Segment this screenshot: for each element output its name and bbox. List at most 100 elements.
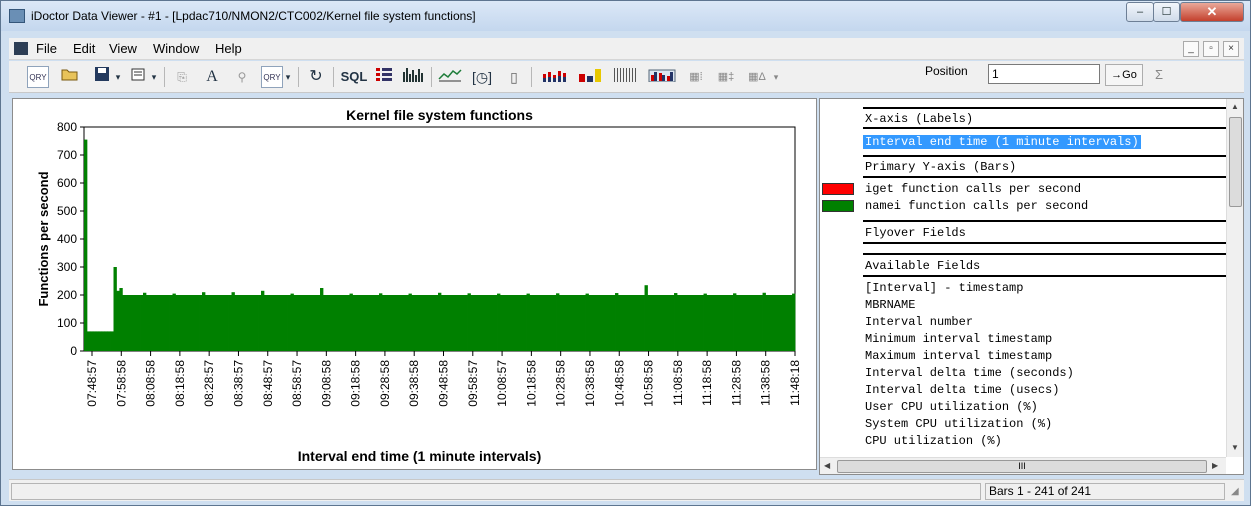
- bar: [358, 295, 362, 351]
- scroll-down-icon[interactable]: ▼: [1231, 443, 1239, 452]
- copy-icon[interactable]: ⎘: [171, 66, 193, 88]
- bar: [411, 295, 415, 351]
- filter-icon[interactable]: ⚲: [231, 66, 253, 88]
- available-field[interactable]: Maximum interval timestamp: [865, 349, 1052, 363]
- y-field-namei[interactable]: namei function calls per second: [865, 199, 1088, 213]
- menu-edit[interactable]: Edit: [73, 41, 95, 56]
- bar: [594, 295, 598, 351]
- delta-dropdown-icon[interactable]: ▾: [771, 66, 781, 88]
- bar: [744, 295, 749, 351]
- bar: [623, 295, 628, 351]
- bar: [89, 331, 94, 351]
- vertical-scrollbar[interactable]: ▲ ▼: [1226, 99, 1243, 457]
- bar: [305, 295, 309, 351]
- refresh-icon[interactable]: ↻: [305, 66, 327, 88]
- grid-bar-icon[interactable]: ▦⁞: [683, 66, 709, 88]
- document-icon[interactable]: [14, 42, 28, 55]
- stacked-bar-icon[interactable]: [541, 66, 571, 88]
- bar: [134, 295, 138, 351]
- available-field[interactable]: [Interval] - timestamp: [865, 281, 1023, 295]
- available-field[interactable]: Interval number: [865, 315, 973, 329]
- grouped-bar-icon[interactable]: [647, 66, 677, 88]
- line-chart-icon[interactable]: [437, 66, 463, 88]
- query2-icon[interactable]: QRY: [261, 66, 283, 88]
- thin-bar-icon[interactable]: [611, 66, 641, 88]
- available-field[interactable]: System CPU utilization (%): [865, 417, 1052, 431]
- font-icon[interactable]: A: [201, 66, 223, 88]
- bar: [473, 295, 477, 351]
- bar-chart[interactable]: Kernel file system functions Interval end…: [13, 99, 816, 469]
- vertical-scroll-thumb[interactable]: [1229, 117, 1242, 207]
- chart-title: Kernel file system functions: [346, 107, 533, 123]
- available-field[interactable]: Interval delta time (seconds): [865, 366, 1074, 380]
- bar: [535, 295, 539, 351]
- available-field[interactable]: CPU utilization (%): [865, 434, 1002, 448]
- sql-icon[interactable]: SQL: [339, 66, 369, 88]
- x-axis-field-selected[interactable]: Interval end time (1 minute intervals): [863, 135, 1141, 149]
- mdi-close-button[interactable]: ×: [1223, 41, 1239, 57]
- minimize-button[interactable]: –: [1126, 2, 1154, 22]
- menu-window[interactable]: Window: [153, 41, 199, 56]
- bar: [606, 295, 610, 351]
- available-field[interactable]: User CPU utilization (%): [865, 400, 1038, 414]
- properties-dropdown-icon[interactable]: ▾: [149, 66, 159, 88]
- bar: [738, 295, 743, 351]
- bar: [328, 295, 333, 351]
- resize-grip-icon[interactable]: ◢: [1231, 486, 1239, 497]
- save-dropdown-icon[interactable]: ▾: [113, 66, 123, 88]
- delta-bar-icon[interactable]: ▦Δ: [743, 66, 771, 88]
- position-input[interactable]: 1: [988, 64, 1100, 84]
- bar: [107, 331, 111, 351]
- chart-pane[interactable]: Kernel file system functions Interval end…: [12, 98, 817, 470]
- bar: [567, 295, 572, 351]
- bar: [190, 295, 194, 351]
- mdi-restore-button[interactable]: ▫: [1203, 41, 1219, 57]
- bar: [148, 295, 153, 351]
- bar: [145, 295, 150, 351]
- available-field[interactable]: MBRNAME: [865, 298, 915, 312]
- close-button[interactable]: ✕: [1180, 2, 1244, 22]
- calendar-icon[interactable]: ▯: [503, 66, 525, 88]
- scroll-right-icon[interactable]: ▶: [1212, 461, 1218, 470]
- properties-icon[interactable]: [127, 66, 149, 88]
- app-icon[interactable]: [9, 9, 25, 23]
- bar: [390, 295, 395, 351]
- legend-swatch-namei[interactable]: [822, 200, 854, 212]
- x-tick-label: 10:48:58: [612, 360, 626, 407]
- save-icon[interactable]: [91, 66, 113, 88]
- bar: [517, 295, 522, 351]
- list-icon[interactable]: [373, 66, 395, 88]
- available-field[interactable]: Minimum interval timestamp: [865, 332, 1052, 346]
- legend-swatch-iget[interactable]: [822, 183, 854, 195]
- bar: [213, 295, 218, 351]
- scroll-up-icon[interactable]: ▲: [1231, 102, 1239, 111]
- bar: [196, 295, 200, 351]
- mdi-minimize-button[interactable]: _: [1183, 41, 1199, 57]
- bar: [172, 293, 176, 351]
- title-bar[interactable]: iDoctor Data Viewer - #1 - [Lpdac710/NMO…: [1, 1, 1250, 31]
- clock-icon[interactable]: [◷]: [467, 66, 497, 88]
- bar: [541, 295, 545, 351]
- open-icon[interactable]: [59, 66, 81, 88]
- query-dropdown-icon[interactable]: ▾: [283, 66, 293, 88]
- y-field-iget[interactable]: iget function calls per second: [865, 182, 1081, 196]
- horizontal-scroll-thumb[interactable]: III: [837, 460, 1207, 473]
- query-icon[interactable]: QRY: [27, 66, 49, 88]
- menu-file[interactable]: File: [36, 41, 57, 56]
- colored-bar-icon[interactable]: [577, 66, 605, 88]
- bar: [387, 295, 392, 351]
- bar: [246, 295, 250, 351]
- y-tick-label: 300: [57, 260, 77, 274]
- scroll-left-icon[interactable]: ◀: [824, 461, 830, 470]
- available-field[interactable]: Interval delta time (usecs): [865, 383, 1059, 397]
- menu-view[interactable]: View: [109, 41, 137, 56]
- horizontal-scrollbar[interactable]: ◀ III ▶: [820, 457, 1226, 474]
- bar-chart-icon[interactable]: [401, 66, 427, 88]
- maximize-button[interactable]: ☐: [1153, 2, 1180, 22]
- bar: [349, 293, 353, 351]
- grid-bar2-icon[interactable]: ▦‡: [713, 66, 739, 88]
- field-list: X-axis (Labels) Interval end time (1 min…: [820, 99, 1226, 457]
- menu-help[interactable]: Help: [215, 41, 242, 56]
- go-button[interactable]: →Go: [1105, 64, 1143, 86]
- sum-icon[interactable]: Σ: [1155, 67, 1163, 82]
